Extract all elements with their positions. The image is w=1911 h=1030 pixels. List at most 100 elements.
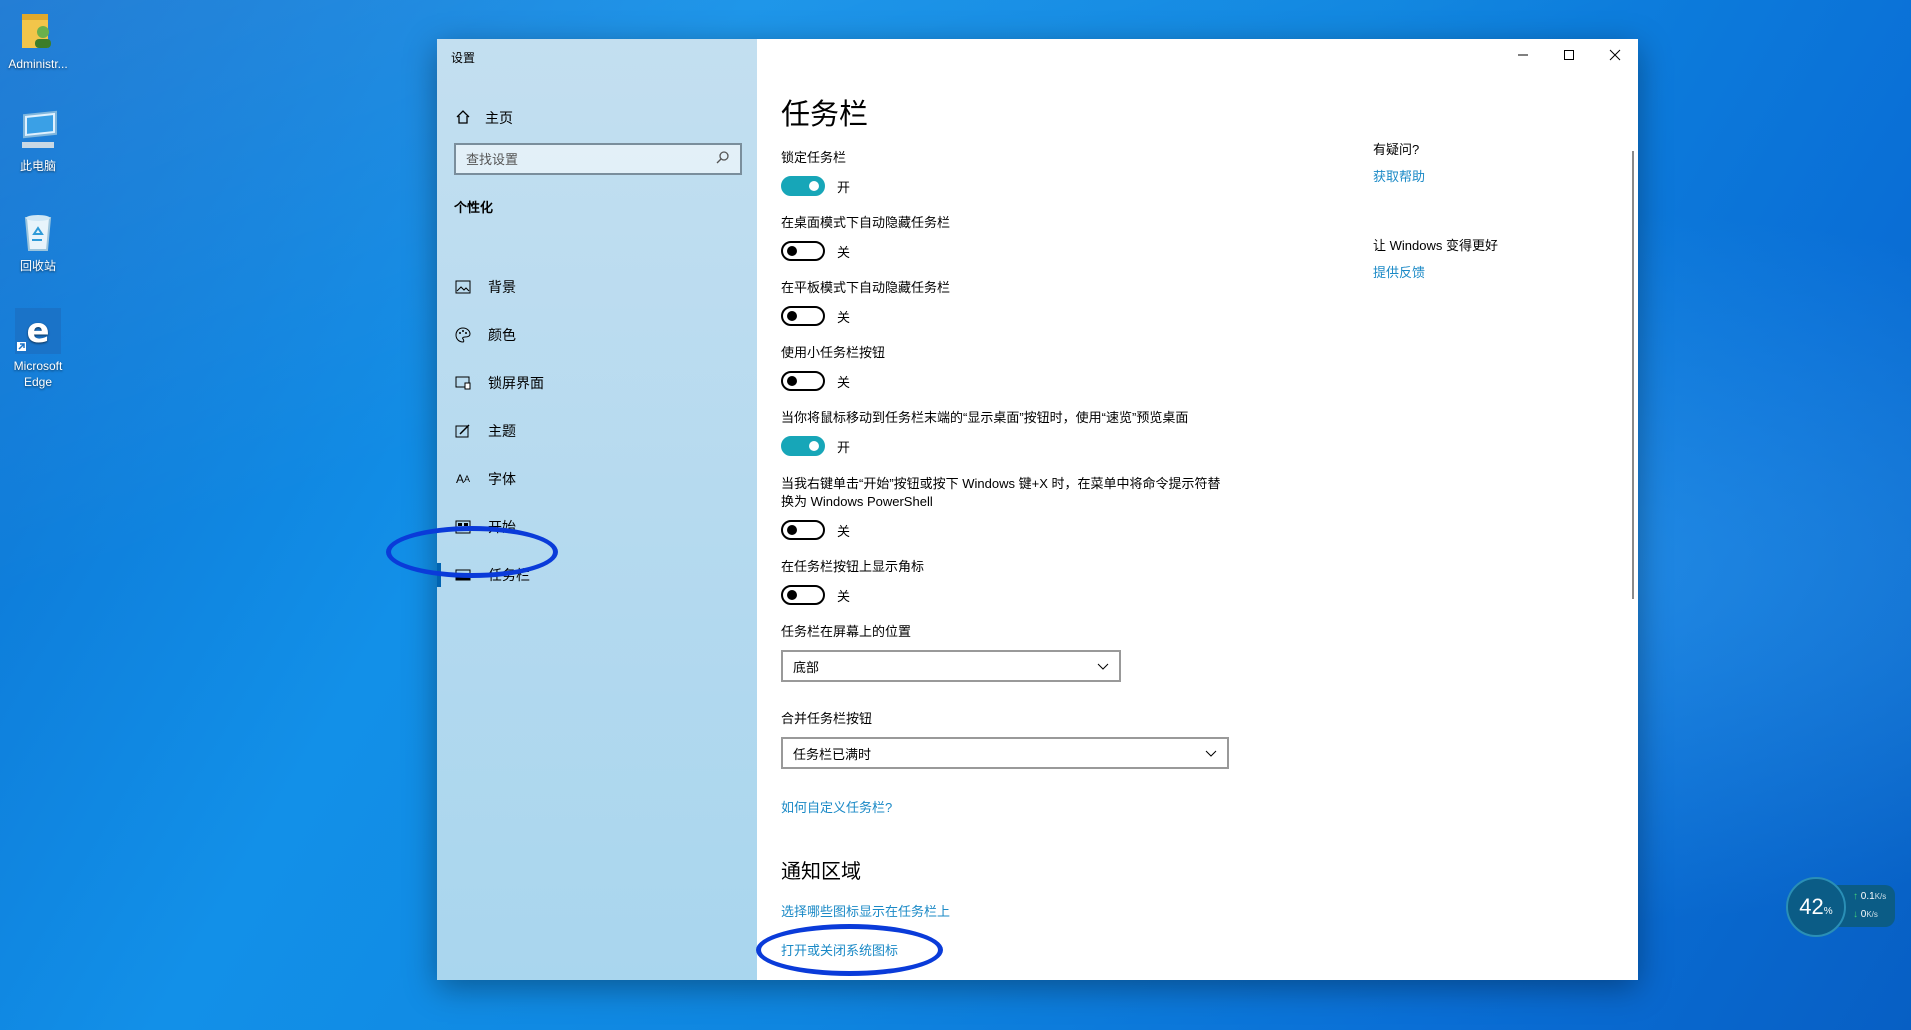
aside-question: 有疑问? [1373, 142, 1420, 157]
upload-arrow-icon: ↑ [1853, 891, 1858, 902]
dropdown-value: 底部 [793, 659, 820, 675]
setting-label: 在任务栏按钮上显示角标 [781, 559, 925, 574]
notification-area-heading: 通知区域 [781, 861, 861, 883]
toggle-state: 关 [837, 374, 851, 390]
toggle-state: 关 [837, 309, 851, 325]
recycle-bin-icon [16, 210, 60, 254]
settings-sidebar: 设置 主页 个性化 背景 颜色 锁屏界面 [437, 39, 757, 980]
setting-label: 合并任务栏按钮 [781, 711, 873, 726]
search-input[interactable] [466, 151, 716, 167]
home-icon [455, 109, 471, 128]
palette-icon [454, 326, 472, 344]
sidebar-item-label: 主题 [488, 423, 516, 439]
help-aside: 有疑问? 获取帮助 让 Windows 变得更好 提供反馈 [1373, 139, 1613, 281]
page-title: 任务栏 [781, 99, 869, 131]
cpu-usage-unit: % [1823, 905, 1833, 917]
toggle-state: 关 [837, 244, 851, 260]
chevron-down-icon [1097, 659, 1109, 674]
setting-label: 当我右键单击“开始”按钮或按下 Windows 键+X 时，在菜单中将命令提示符… [781, 476, 1221, 509]
desktop-icon-label: Administr... [8, 57, 68, 71]
minimize-button[interactable] [1500, 39, 1546, 71]
annotation-circle-taskbar [386, 526, 558, 578]
toggle-switch[interactable] [781, 371, 825, 391]
setting-lock-taskbar: 锁定任务栏 开 [781, 149, 850, 196]
settings-window: 设置 主页 个性化 背景 颜色 锁屏界面 [437, 39, 1638, 980]
sidebar-item-label: 字体 [488, 471, 516, 487]
desktop-icon-label: 此电脑 [19, 159, 56, 173]
cpu-usage-value: 42 [1799, 894, 1824, 919]
sidebar-section-title: 个性化 [454, 200, 494, 215]
toggle-switch[interactable] [781, 176, 825, 196]
combine-buttons-dropdown[interactable]: 任务栏已满时 [781, 737, 1229, 769]
aside-improve: 让 Windows 变得更好 [1373, 238, 1498, 253]
window-caption-buttons [1500, 39, 1638, 71]
window-title: 设置 [451, 51, 476, 65]
sidebar-item-label: 锁屏界面 [488, 375, 544, 391]
svg-text:e: e [26, 311, 49, 351]
setting-peek: 当你将鼠标移动到任务栏末端的“显示桌面”按钮时，使用“速览”预览桌面 开 [781, 409, 1188, 456]
setting-autohide-desktop: 在桌面模式下自动隐藏任务栏 关 [781, 214, 950, 261]
maximize-button[interactable] [1546, 39, 1592, 71]
edge-icon: e [15, 308, 61, 354]
this-pc-icon [16, 110, 60, 154]
sidebar-item-label: 颜色 [488, 327, 516, 343]
setting-small-buttons: 使用小任务栏按钮 关 [781, 344, 885, 391]
user-folder-icon [16, 8, 60, 52]
setting-label: 当你将鼠标移动到任务栏末端的“显示桌面”按钮时，使用“速览”预览桌面 [781, 410, 1189, 425]
dropdown-value: 任务栏已满时 [793, 746, 872, 762]
setting-label: 在平板模式下自动隐藏任务栏 [781, 280, 951, 295]
sidebar-home-label: 主页 [485, 110, 513, 126]
desktop-icon-administrator[interactable]: Administr... [0, 8, 76, 72]
sidebar-item-fonts[interactable]: AA 字体 [437, 455, 757, 503]
toggle-state: 关 [837, 523, 851, 539]
toggle-state: 关 [837, 588, 851, 604]
desktop-icon-label: 回收站 [19, 259, 56, 273]
customize-taskbar-link[interactable]: 如何自定义任务栏? [781, 797, 892, 816]
sidebar-item-home[interactable]: 主页 [455, 103, 513, 133]
cpu-usage-circle: 42% [1786, 877, 1846, 937]
taskbar-position-dropdown[interactable]: 底部 [781, 650, 1121, 682]
desktop-icon-this-pc[interactable]: 此电脑 [0, 110, 76, 174]
upload-unit: K/s [1874, 892, 1887, 901]
download-arrow-icon: ↓ [1853, 909, 1858, 920]
sidebar-item-lock-screen[interactable]: 锁屏界面 [437, 359, 757, 407]
toggle-switch[interactable] [781, 585, 825, 605]
search-icon[interactable] [716, 150, 730, 169]
toggle-state: 开 [837, 179, 851, 195]
upload-speed: 0.1 [1860, 891, 1875, 902]
feedback-link[interactable]: 提供反馈 [1373, 262, 1613, 281]
sidebar-item-background[interactable]: 背景 [437, 263, 757, 311]
picture-icon [454, 278, 472, 296]
lock-screen-icon [454, 374, 472, 392]
download-unit: K/s [1866, 910, 1878, 919]
setting-autohide-tablet: 在平板模式下自动隐藏任务栏 关 [781, 279, 950, 326]
theme-icon [454, 422, 472, 440]
desktop-icon-recycle-bin[interactable]: 回收站 [0, 210, 76, 274]
toggle-state: 开 [837, 439, 851, 455]
desktop-icon-label: Microsoft Edge [13, 359, 63, 389]
setting-label: 锁定任务栏 [781, 150, 847, 165]
sidebar-item-themes[interactable]: 主题 [437, 407, 757, 455]
font-icon: AA [455, 472, 471, 486]
toggle-switch[interactable] [781, 436, 825, 456]
toggle-switch[interactable] [781, 241, 825, 261]
select-icons-link[interactable]: 选择哪些图标显示在任务栏上 [781, 901, 950, 920]
setting-combine-buttons: 合并任务栏按钮 任务栏已满时 [781, 710, 1229, 769]
setting-powershell: 当我右键单击“开始”按钮或按下 Windows 键+X 时，在菜单中将命令提示符… [781, 475, 1221, 540]
get-help-link[interactable]: 获取帮助 [1373, 166, 1613, 185]
close-button[interactable] [1592, 39, 1638, 71]
toggle-switch[interactable] [781, 306, 825, 326]
desktop-icon-edge[interactable]: e Microsoft Edge [0, 308, 76, 390]
settings-content: 任务栏 锁定任务栏 开 在桌面模式下自动隐藏任务栏 关 在平板模式下自动隐藏任务… [757, 39, 1638, 980]
setting-label: 任务栏在屏幕上的位置 [781, 624, 912, 639]
chevron-down-icon [1205, 746, 1217, 761]
toggle-switch[interactable] [781, 520, 825, 540]
setting-label: 使用小任务栏按钮 [781, 345, 886, 360]
content-scrollbar[interactable] [1632, 151, 1634, 599]
setting-taskbar-position: 任务栏在屏幕上的位置 底部 [781, 623, 1121, 682]
setting-badges: 在任务栏按钮上显示角标 关 [781, 558, 924, 605]
setting-label: 在桌面模式下自动隐藏任务栏 [781, 215, 951, 230]
sidebar-item-label: 背景 [488, 279, 516, 295]
search-box[interactable] [454, 143, 742, 175]
sidebar-item-colors[interactable]: 颜色 [437, 311, 757, 359]
